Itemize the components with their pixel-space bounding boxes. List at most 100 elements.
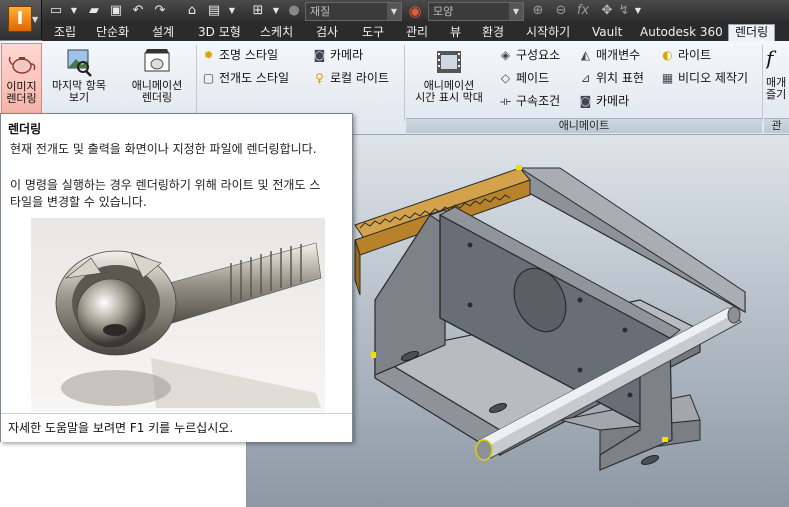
animate-fade-button[interactable]: ◇ 페이드 xyxy=(498,69,549,87)
panel-title-partial[interactable]: 관 xyxy=(764,118,789,133)
render-last-button[interactable]: 마지막 항목 보기 xyxy=(43,43,115,115)
chevron-down-icon[interactable]: ▼ xyxy=(387,3,401,20)
video-producer-label: 비디오 제작기 xyxy=(678,71,749,85)
tooltip-help-footer: 자세한 도움말을 보려면 F1 키를 누르십시오. xyxy=(1,413,352,442)
camera-icon: ◙ xyxy=(313,48,326,62)
tab-render[interactable]: 렌더링 xyxy=(728,24,776,41)
position-rep-label: 위치 표현 xyxy=(596,71,644,85)
animate-constraint-button[interactable]: ⟛ 구속조건 xyxy=(498,92,560,110)
constraint-label: 구속조건 xyxy=(516,94,561,108)
tooltip-detail-2: 타일을 변경할 수 있습니다. xyxy=(10,195,147,209)
appearance-combo-value: 모양 xyxy=(433,5,454,18)
inventor-logo-icon: I xyxy=(8,6,32,32)
fx-icon[interactable]: fx xyxy=(575,3,591,19)
animate-camera-button[interactable]: ◙ 카메라 xyxy=(578,92,629,110)
tab-environments[interactable]: 환경 xyxy=(482,23,504,41)
tooltip-detail-1: 이 명령을 실행하는 경우 렌더링하기 위해 라이트 및 전개도 스 xyxy=(10,178,321,192)
animate-light-button[interactable]: ◐ 라이트 xyxy=(660,46,711,64)
tab-vault[interactable]: Vault xyxy=(592,23,622,41)
tab-view[interactable]: 뷰 xyxy=(450,23,461,41)
open-folder-icon[interactable]: ▰ xyxy=(86,3,102,19)
tab-simplify[interactable]: 단순화 xyxy=(96,23,129,41)
position-rep-icon: ⊿ xyxy=(580,71,591,85)
rendered-part-image xyxy=(31,218,325,412)
tab-manage[interactable]: 관리 xyxy=(406,23,428,41)
tab-inspect[interactable]: 검사 xyxy=(316,23,338,41)
animate-position-rep-button[interactable]: ⊿ 위치 표현 xyxy=(578,69,644,87)
ribbon-separator xyxy=(762,45,763,121)
fx-icon: ƒ xyxy=(766,46,774,70)
sun-icon: ✹ xyxy=(203,48,214,62)
tab-sketch[interactable]: 스케치 xyxy=(260,23,293,41)
scene-style-icon: ▢ xyxy=(202,71,215,85)
appearance-combo[interactable]: 모양 ▼ xyxy=(428,2,524,21)
chevron-down-icon: ▼ xyxy=(32,15,39,24)
light-bulb-icon: ◐ xyxy=(662,48,673,62)
customize-dropdown-icon[interactable]: ▼ xyxy=(630,3,646,19)
component-label: 구성요소 xyxy=(516,48,561,62)
clapper-icon: ▦ xyxy=(661,71,674,85)
animate-parameter-button[interactable]: ◭ 매개변수 xyxy=(578,46,640,64)
clapper-teapot-icon xyxy=(144,49,170,72)
lighting-style-button[interactable]: ✹ 조명 스타일 xyxy=(201,46,278,64)
partial-ribbon-button[interactable]: ƒ 매개 즐기 xyxy=(766,43,789,115)
scene-style-button[interactable]: ▢ 전개도 스타일 xyxy=(201,69,289,87)
animate-camera-label: 카메라 xyxy=(596,94,630,108)
chevron-down-icon[interactable]: ▼ xyxy=(509,3,523,20)
remove-icon[interactable]: ⊖ xyxy=(553,3,569,19)
new-dropdown-icon[interactable]: ▼ xyxy=(66,3,82,19)
tab-assemble[interactable]: 조립 xyxy=(54,23,76,41)
teapot-icon xyxy=(8,56,35,74)
save-icon[interactable]: ▣ xyxy=(108,3,124,19)
image-icon[interactable]: ▤ xyxy=(206,3,222,19)
animation-timeline-button[interactable]: 애니메이션 시간 표시 막대 xyxy=(408,43,490,115)
animate-light-label: 라이트 xyxy=(678,48,712,62)
render-image-label-2: 렌더링 xyxy=(6,92,37,105)
tab-get-started[interactable]: 시작하기 xyxy=(526,23,570,41)
render-last-label-2: 보기 xyxy=(68,91,90,104)
tab-autodesk-360[interactable]: Autodesk 360 xyxy=(640,23,723,41)
render-image-button[interactable]: 이미지 렌더링 xyxy=(1,43,42,115)
render-animation-label-2: 렌더링 xyxy=(141,91,173,104)
filter-dropdown-icon[interactable]: ▼ xyxy=(268,3,284,19)
parameter-icon: ◭ xyxy=(580,48,591,62)
color-wheel-icon[interactable]: ◉ xyxy=(407,3,423,19)
camera-label: 카메라 xyxy=(330,48,364,62)
render-tooltip: 렌더링 현재 전개도 및 출력을 화면이나 지정한 파일에 렌더링합니다. 이 … xyxy=(0,113,353,442)
home-icon[interactable]: ⌂ xyxy=(184,3,200,19)
render-animation-button[interactable]: 애니메이션 렌더링 xyxy=(122,43,192,115)
material-combo[interactable]: 재질 ▼ xyxy=(305,2,402,21)
tab-design[interactable]: 설계 xyxy=(152,23,174,41)
camera-button[interactable]: ◙ 카메라 xyxy=(312,46,363,64)
parameter-label: 매개변수 xyxy=(596,48,641,62)
tab-3d-model[interactable]: 3D 모형 xyxy=(198,23,241,41)
select-filter-icon[interactable]: ⊞ xyxy=(250,3,266,19)
camera-icon: ◙ xyxy=(579,94,592,108)
local-light-label: 로컬 라이트 xyxy=(330,71,390,85)
light-bulb-icon: ♀ xyxy=(315,71,324,85)
video-producer-button[interactable]: ▦ 비디오 제작기 xyxy=(660,69,748,87)
constraint-icon: ⟛ xyxy=(500,94,511,108)
image-dropdown-icon[interactable]: ▼ xyxy=(224,3,240,19)
image-search-icon xyxy=(67,49,92,77)
new-file-icon[interactable]: ▭ xyxy=(48,3,64,19)
partial-label-2: 즐기 xyxy=(766,88,787,101)
ribbon-separator xyxy=(404,45,405,121)
fade-label: 페이드 xyxy=(516,71,550,85)
add-icon[interactable]: ⊕ xyxy=(530,3,546,19)
material-icon[interactable]: ● xyxy=(286,3,302,19)
move-icon[interactable]: ✥ xyxy=(599,3,615,19)
tab-tools[interactable]: 도구 xyxy=(362,23,384,41)
ribbon-separator xyxy=(196,45,197,121)
redo-icon[interactable]: ↷ xyxy=(152,3,168,19)
quick-access-toolbar: ▭ ▼ ▰ ▣ ↶ ↷ ⌂ ▤ ▼ ⊞ ▼ ● 재질 ▼ ◉ 모양 ▼ ⊕ ⊖ … xyxy=(0,0,789,23)
application-menu-button[interactable]: I ▼ xyxy=(0,0,42,40)
panel-title-animate[interactable]: 애니메이트 xyxy=(406,118,762,133)
animate-component-button[interactable]: ◈ 구성요소 xyxy=(498,46,560,64)
local-light-button[interactable]: ♀ 로컬 라이트 xyxy=(312,69,389,87)
component-icon: ◈ xyxy=(500,48,511,62)
lighting-style-label: 조명 스타일 xyxy=(219,48,279,62)
scene-style-label: 전개도 스타일 xyxy=(219,71,290,85)
tooltip-description: 현재 전개도 및 출력을 화면이나 지정한 파일에 렌더링합니다. xyxy=(10,142,317,156)
undo-icon[interactable]: ↶ xyxy=(130,3,146,19)
